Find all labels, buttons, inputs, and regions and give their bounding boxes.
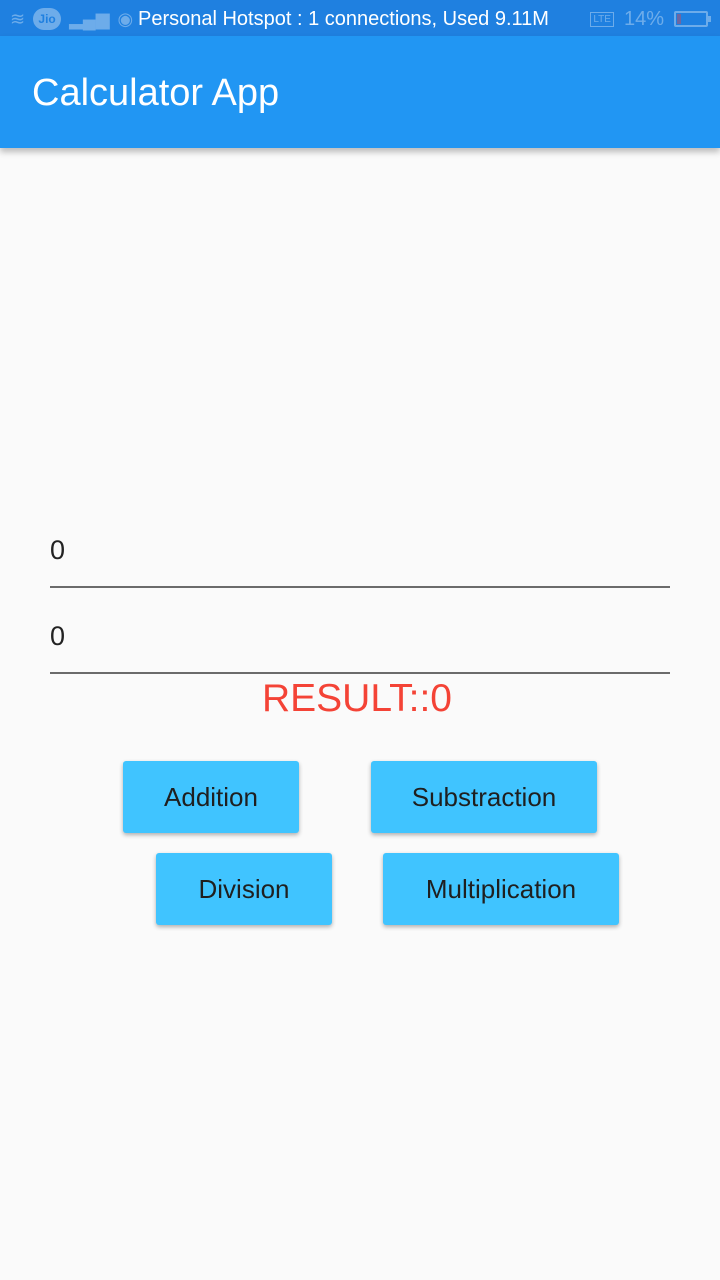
subtraction-button[interactable]: Substraction <box>371 761 597 833</box>
battery-percent: 14% <box>623 7 664 30</box>
battery-icon <box>674 11 711 27</box>
status-icons-left: ≋ Jio ▂▄▆ ◉ <box>10 7 133 31</box>
status-icons-right: LTE 14% <box>590 7 711 31</box>
vodafone-icon: ◉ <box>117 9 134 29</box>
app-title: Calculator App <box>32 72 280 114</box>
hotspot-notification: Personal Hotspot : 1 connections, Used 9… <box>138 8 549 30</box>
addition-button[interactable]: Addition <box>123 761 299 833</box>
battery-level-fill <box>677 14 681 24</box>
second-number-field[interactable] <box>50 616 670 674</box>
result-label: RESULT::0 <box>261 677 452 720</box>
signal-icon: ▂▄▆ <box>69 9 110 29</box>
first-number-input[interactable] <box>50 530 670 570</box>
lte-badge: LTE <box>590 11 614 27</box>
multiplication-button[interactable]: Multiplication <box>383 853 619 925</box>
division-button[interactable]: Division <box>156 853 332 925</box>
status-bar: ≋ Jio ▂▄▆ ◉ Personal Hotspot : 1 connect… <box>0 0 720 36</box>
carrier-badge: Jio <box>33 8 62 30</box>
first-number-field[interactable] <box>50 530 670 588</box>
second-number-input[interactable] <box>50 616 670 656</box>
app-bar: Calculator App <box>0 36 720 148</box>
wifi-icon: ≋ <box>10 9 26 29</box>
